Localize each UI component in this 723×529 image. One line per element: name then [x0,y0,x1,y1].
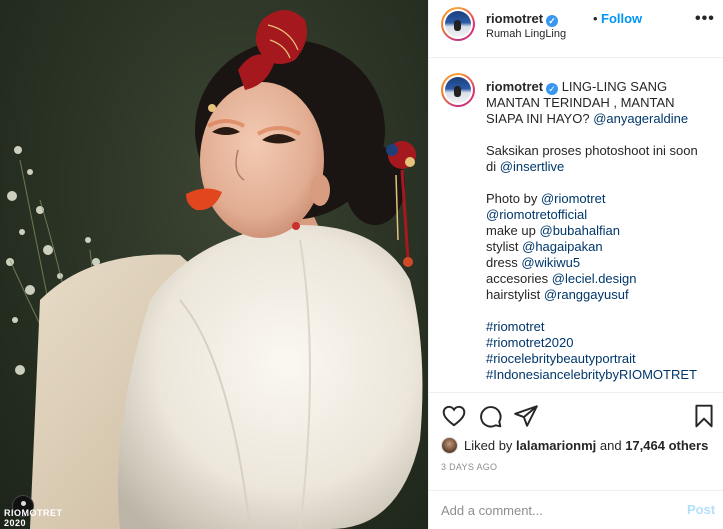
caption-paragraph-1: riomotret ✓ LING-LING SANG MANTAN TERINDA… [486,79,711,127]
credit-line: make up @bubahalfian [486,223,711,239]
caption-mention[interactable]: @insertlive [500,159,565,174]
caption-text: riomotret ✓ LING-LING SANG MANTAN TERINDA… [486,79,711,383]
post-photo[interactable]: RIOMOTRET 2020 [0,0,428,529]
author-username[interactable]: riomotret [486,11,543,26]
post-location[interactable]: Rumah LingLing [486,28,566,40]
caption-author-avatar[interactable] [441,73,475,107]
caption-mention[interactable]: @anyageraldine [593,111,688,126]
watermark-line-2: 2020 [4,518,27,528]
credit-role: accesories [486,271,549,286]
post-sidebar: riomotret ✓ • Follow Rumah LingLing ••• r… [428,0,723,529]
header-separator: • [593,11,598,26]
verified-badge-icon: ✓ [546,15,559,27]
credit-role: stylist [486,239,519,254]
hashtag[interactable]: #riomotret [486,319,711,335]
credit-line: dress @wikiwu5 [486,255,711,271]
likes-prefix: Liked by [464,437,513,453]
hashtag[interactable]: #IndonesiancelebritybyRIOMOTRET [486,367,711,383]
portrait-illustration [6,10,423,529]
credit-line: @riomotretofficial [486,207,711,223]
caption-verified-badge-icon: ✓ [546,83,559,95]
credit-mention[interactable]: @leciel.design [552,271,637,286]
likes-count[interactable]: 17,464 others [625,438,708,453]
liker-avatar[interactable] [441,436,458,454]
credit-role: hairstylist [486,287,541,302]
caption-avatar-image [445,77,471,103]
avatar-image [445,11,471,37]
comment-bar: Post [429,490,723,529]
watermark-text: RIOMOTRET 2020 [4,508,63,528]
caption-username[interactable]: riomotret [486,79,543,94]
credit-mention[interactable]: @bubahalfian [540,223,620,238]
instagram-post: RIOMOTRET 2020 riomotret ✓ • Follow Rumah… [0,0,723,529]
watermark-line-1: RIOMOTRET [4,508,63,518]
hashtag[interactable]: #riomotret2020 [486,335,711,351]
post-actions: Liked by lalamarionmj and 17,464 others … [429,392,723,498]
credit-line: hairstylist @ranggayusuf [486,287,711,303]
credit-line: stylist @hagaipakan [486,239,711,255]
likes-middle: and [599,437,622,453]
credit-mention[interactable]: @riomotretofficial [486,207,587,222]
likes-summary: Liked by lalamarionmj and 17,464 others [441,435,708,455]
hashtag[interactable]: #riocelebritybeautyportrait [486,351,711,367]
post-timestamp[interactable]: 3 DAYS AGO [441,462,497,472]
share-icon[interactable] [513,403,539,429]
post-header: riomotret ✓ • Follow Rumah LingLing ••• [429,0,723,58]
liker-username[interactable]: lalamarionmj [516,438,596,453]
author-avatar[interactable] [441,7,475,41]
heart-icon[interactable] [441,403,467,429]
credit-mention[interactable]: @wikiwu5 [521,255,580,270]
comment-icon[interactable] [477,403,503,429]
credit-role: dress [486,255,518,270]
credit-line: accesories @leciel.design [486,271,711,287]
credit-role: make up [486,223,536,238]
bookmark-icon[interactable] [691,403,717,429]
credit-mention[interactable]: @hagaipakan [522,239,602,254]
comment-input[interactable] [441,500,671,520]
follow-button[interactable]: Follow [601,11,642,26]
credit-line: Photo by @riomotret [486,191,711,207]
credit-mention[interactable]: @riomotret [541,191,606,206]
caption-section: riomotret ✓ LING-LING SANG MANTAN TERINDA… [429,59,723,392]
credit-mention[interactable]: @ranggayusuf [544,287,629,302]
author-username-row: riomotret ✓ [486,11,559,27]
post-comment-button[interactable]: Post [687,502,715,517]
more-options-icon[interactable]: ••• [695,10,715,28]
credit-role: Photo by [486,191,538,206]
caption-paragraph-2: Saksikan proses photoshoot ini soon di @… [486,143,711,175]
